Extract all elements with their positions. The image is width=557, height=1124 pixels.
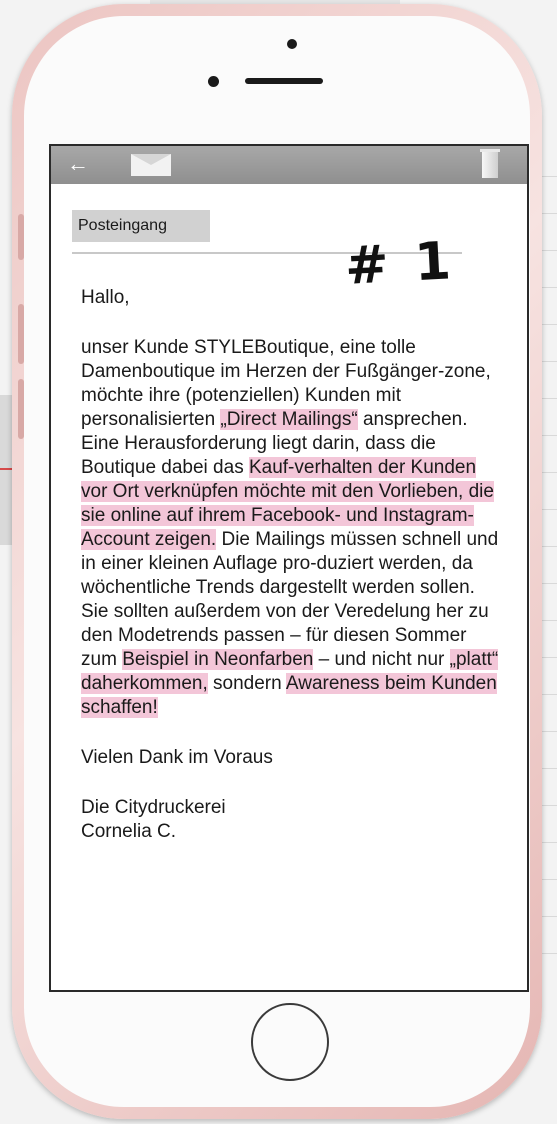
email-closing: Vielen Dank im Voraus [81,747,273,768]
signature-name: Cornelia C. [81,821,177,842]
home-button[interactable] [251,1003,329,1081]
front-camera [287,39,297,49]
phone-screen: ← Posteingang # 1 Hallo, unser Kunde STY… [49,144,529,992]
back-arrow-icon[interactable]: ← [67,152,89,176]
highlighted-text: „Direct Mailings“ [220,409,358,430]
email-paragraph: unser Kunde STYLEBoutique, eine tolle Da… [81,336,506,720]
phone-frame: ← Posteingang # 1 Hallo, unser Kunde STY… [12,4,542,1119]
highlighted-text: Beispiel in Neonfarben [122,649,314,670]
trash-icon[interactable] [480,149,500,178]
email-signature: Die Citydruckerei Cornelia C. [81,796,506,844]
mail-toolbar: ← [51,146,527,184]
text-segment: – und nicht nur [313,649,450,670]
mail-icon[interactable] [131,154,171,176]
signature-company: Die Citydruckerei [81,797,226,818]
email-body: Hallo, unser Kunde STYLEBoutique, eine t… [81,286,506,870]
earpiece-speaker [245,78,323,84]
email-greeting: Hallo, [81,287,130,308]
proximity-sensor [208,76,219,87]
text-segment: sondern [207,673,286,694]
inbox-tab[interactable]: Posteingang [72,210,210,242]
